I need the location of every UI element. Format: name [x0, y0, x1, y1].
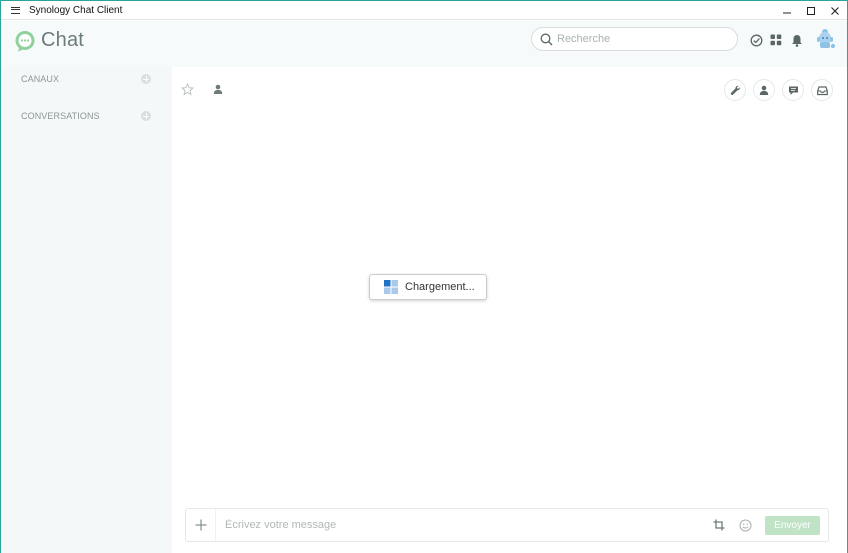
search-box[interactable] [531, 27, 738, 51]
crop-icon[interactable] [712, 518, 726, 532]
hamburger-icon[interactable] [1, 1, 29, 20]
title-bar: Synology Chat Client [1, 1, 847, 20]
channel-toolbar [172, 67, 847, 111]
check-circle-icon[interactable] [749, 33, 763, 47]
grid-icon[interactable] [769, 33, 783, 47]
add-channel-button[interactable] [141, 74, 151, 84]
loading-text: Chargement... [405, 281, 475, 293]
loading-spinner-icon [384, 280, 398, 294]
sidebar-section-channels: CANAUX [21, 72, 151, 86]
close-icon[interactable] [823, 1, 847, 20]
sidebar: CANAUX CONVERSATIONS [1, 67, 172, 553]
sidebar-section-label: CANAUX [21, 74, 60, 84]
inbox-icon[interactable] [811, 79, 833, 101]
person-icon[interactable] [213, 84, 223, 94]
main-panel: Chargement... Écrivez votre message Envo… [172, 67, 847, 553]
app-logo: Chat [14, 29, 84, 52]
search-input[interactable] [557, 33, 727, 45]
smiley-icon[interactable] [738, 518, 752, 532]
chat-logo-icon [15, 30, 35, 51]
minimize-icon[interactable] [775, 1, 799, 20]
app-header: Chat [1, 21, 847, 67]
message-composer: Envoyer [185, 508, 829, 542]
window-title: Synology Chat Client [29, 4, 123, 16]
plus-icon[interactable] [186, 509, 216, 541]
maximize-icon[interactable] [799, 1, 823, 20]
message-input[interactable] [225, 519, 695, 531]
star-icon[interactable] [181, 83, 194, 96]
sidebar-section-conversations: CONVERSATIONS [21, 109, 151, 123]
window-controls [775, 1, 847, 20]
app-name: Chat [41, 29, 85, 51]
search-icon [540, 33, 553, 45]
app-window: Synology Chat Client Chat Recherche CANA… [0, 0, 848, 553]
avatar[interactable] [815, 27, 837, 51]
send-button[interactable]: Envoyer [765, 516, 820, 535]
sidebar-section-label: CONVERSATIONS [21, 111, 100, 121]
chat-bubble-icon[interactable] [782, 79, 804, 101]
add-conversation-button[interactable] [141, 111, 151, 121]
person-icon[interactable] [753, 79, 775, 101]
loading-indicator: Chargement... [369, 274, 487, 300]
bell-icon[interactable] [790, 33, 804, 47]
wrench-icon[interactable] [724, 79, 746, 101]
